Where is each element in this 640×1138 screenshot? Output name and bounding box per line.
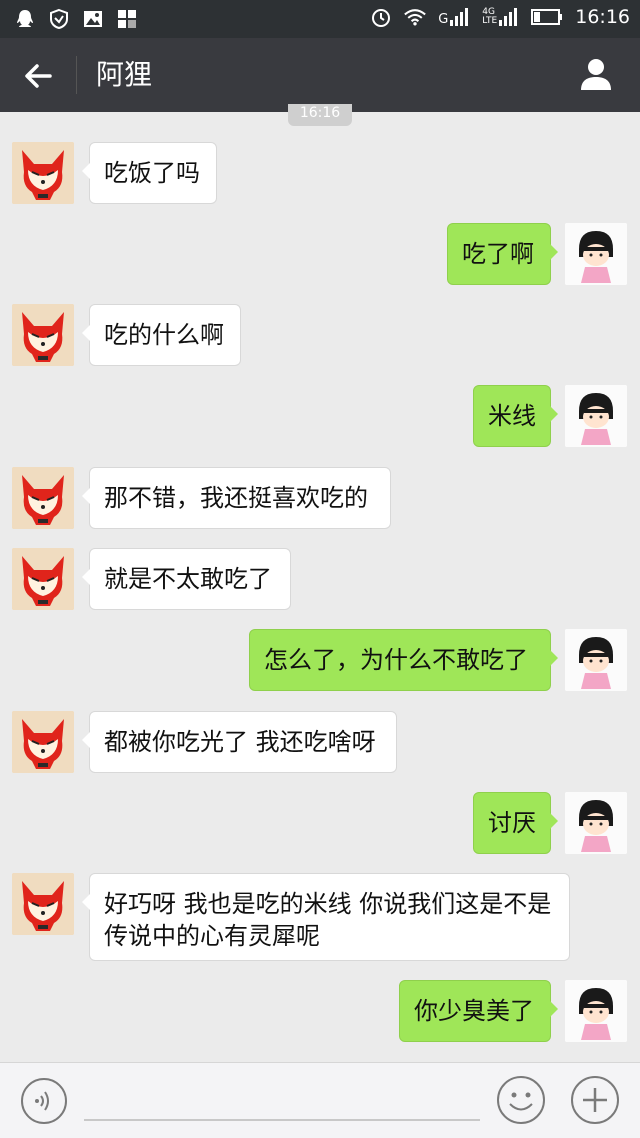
contact-avatar[interactable] (12, 873, 74, 935)
time-badge: 16:16 (288, 104, 352, 126)
message-row: 吃了啊 (0, 223, 640, 285)
status-time: 16:16 (575, 6, 630, 28)
my-avatar[interactable] (565, 792, 627, 854)
input-bar (0, 1062, 640, 1138)
status-bar: G 4G LTE 16:16 (0, 0, 640, 38)
contact-avatar[interactable] (12, 467, 74, 529)
chat-title: 阿狸 (96, 58, 153, 91)
alarm-icon (372, 9, 391, 27)
contact-avatar[interactable] (12, 711, 74, 773)
voice-icon[interactable] (20, 1077, 68, 1125)
my-avatar[interactable] (565, 223, 627, 285)
incoming-message-bubble[interactable]: 那不错，我还挺喜欢吃的 (82, 467, 391, 529)
image-icon (84, 11, 102, 27)
my-avatar[interactable] (565, 980, 627, 1042)
back-arrow-icon[interactable] (20, 58, 56, 94)
message-row: 怎么了，为什么不敢吃了 (0, 629, 640, 691)
apps-icon (118, 10, 136, 28)
emoji-icon[interactable] (496, 1075, 546, 1125)
contact-avatar[interactable] (12, 142, 74, 204)
message-row: 米线 (0, 385, 640, 447)
message-row: 都被你吃光了 我还吃啥呀 (0, 711, 640, 773)
outgoing-message-bubble[interactable]: 怎么了，为什么不敢吃了 (249, 629, 558, 691)
signal-g: G (438, 8, 470, 26)
message-row: 那不错，我还挺喜欢吃的 (0, 467, 640, 529)
shield-icon (50, 8, 68, 30)
incoming-message-bubble[interactable]: 都被你吃光了 我还吃啥呀 (82, 711, 397, 773)
contact-avatar[interactable] (12, 548, 74, 610)
my-avatar[interactable] (565, 385, 627, 447)
network-lte-label: LTE (482, 16, 498, 26)
incoming-message-bubble[interactable]: 就是不太敢吃了 (82, 548, 291, 610)
battery-icon (531, 9, 563, 25)
message-row: 就是不太敢吃了 (0, 548, 640, 610)
title-bar: 阿狸 (0, 38, 640, 112)
wifi-icon (404, 9, 426, 26)
network-g-label: G (438, 12, 449, 27)
incoming-message-bubble[interactable]: 吃饭了吗 (82, 142, 217, 204)
signal-bars-icon (499, 8, 518, 26)
message-row: 讨厌 (0, 792, 640, 854)
title-divider (76, 56, 77, 94)
message-row: 你少臭美了 (0, 980, 640, 1042)
contact-avatar[interactable] (12, 304, 74, 366)
my-avatar[interactable] (565, 629, 627, 691)
person-icon[interactable] (578, 56, 614, 92)
plus-icon[interactable] (570, 1075, 620, 1125)
outgoing-message-bubble[interactable]: 讨厌 (473, 792, 558, 854)
incoming-message-bubble[interactable]: 吃的什么啊 (82, 304, 241, 366)
message-input[interactable] (84, 1087, 480, 1121)
outgoing-message-bubble[interactable]: 米线 (473, 385, 558, 447)
outgoing-message-bubble[interactable]: 你少臭美了 (399, 980, 558, 1042)
qq-icon (17, 10, 33, 27)
outgoing-message-bubble[interactable]: 吃了啊 (447, 223, 558, 285)
message-row: 好巧呀 我也是吃的米线 你说我们这是不是传说中的心有灵犀呢 (0, 873, 640, 961)
incoming-message-bubble[interactable]: 好巧呀 我也是吃的米线 你说我们这是不是传说中的心有灵犀呢 (82, 873, 570, 961)
message-row: 吃饭了吗 (0, 142, 640, 204)
signal-bars-icon (450, 8, 469, 26)
signal-4g: 4G LTE (482, 8, 519, 26)
message-row: 吃的什么啊 (0, 304, 640, 366)
